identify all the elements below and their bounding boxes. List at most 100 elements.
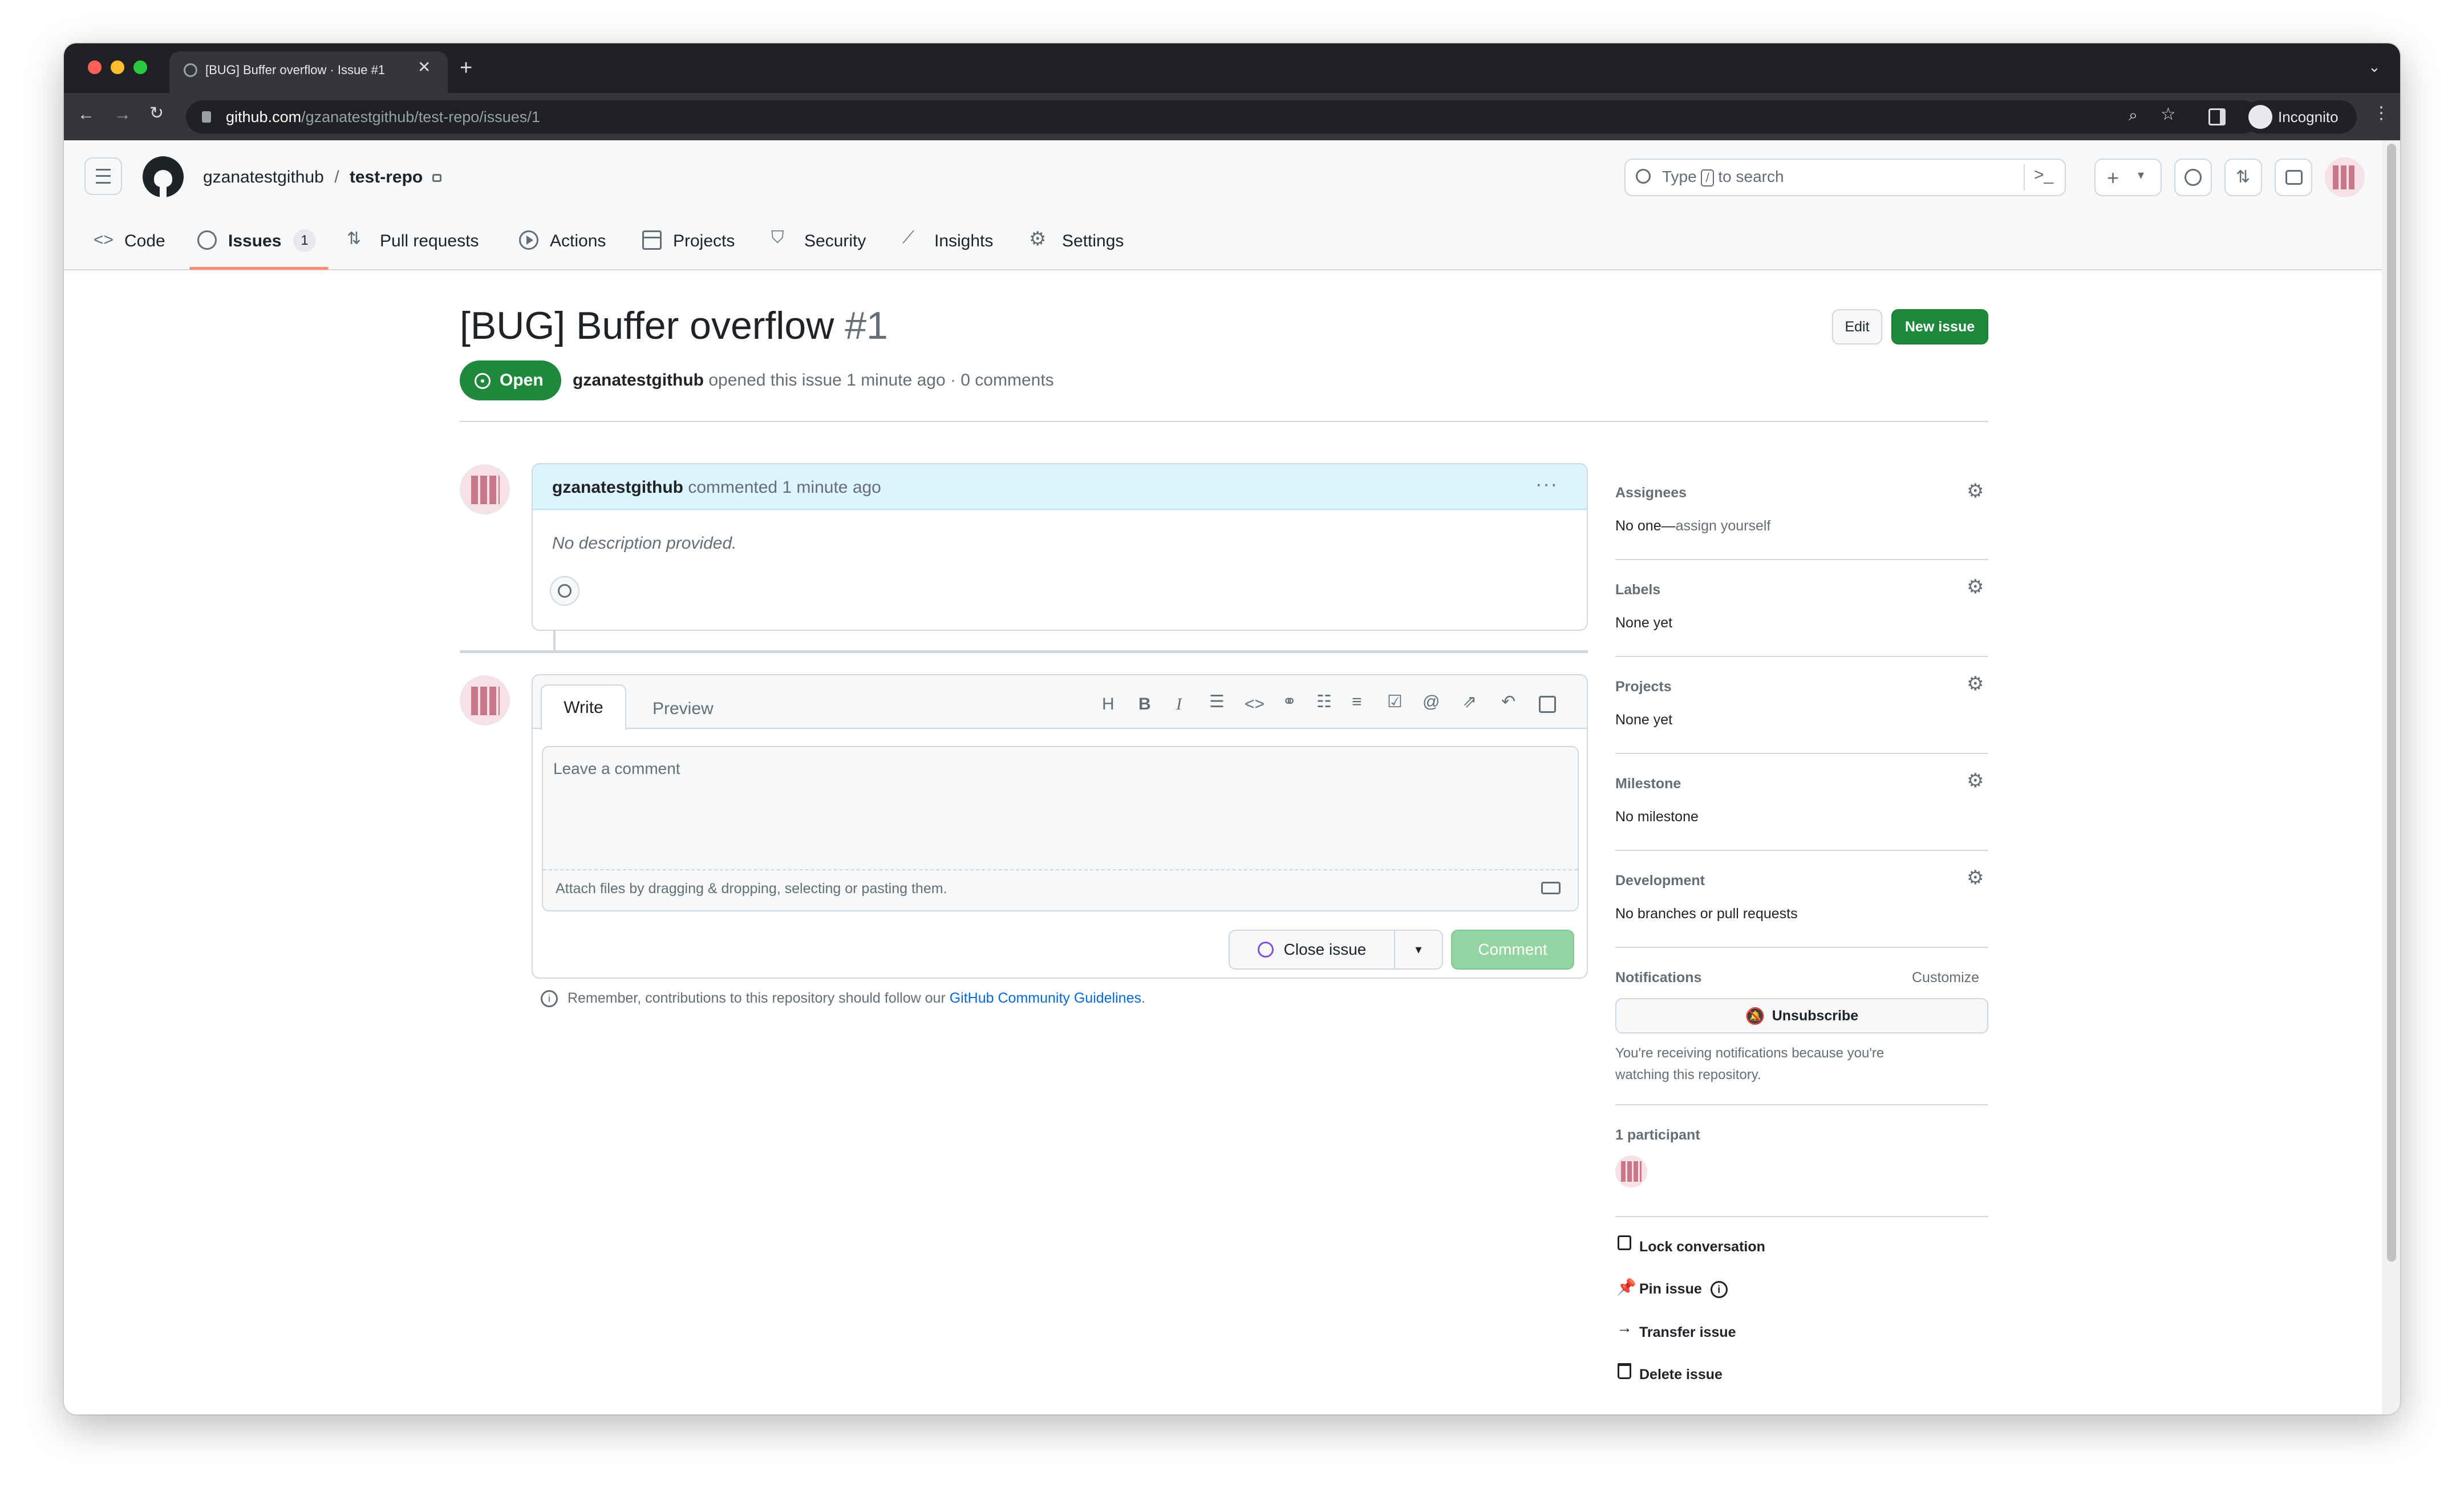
tab-search-chevron-icon[interactable]: ⌄ [2368,59,2381,74]
ordered-list-icon[interactable]: ≡ [1352,694,1362,711]
labels-gear-icon[interactable]: ⚙ [1967,577,1984,597]
repo-owner-link[interactable]: gzanatestgithub [203,168,324,187]
unsubscribe-button[interactable]: 🔕 Unsubscribe [1615,998,1988,1033]
assign-yourself-link[interactable]: assign yourself [1676,518,1771,534]
scrollbar-thumb[interactable] [2387,144,2396,1262]
browser-window: [BUG] Buffer overflow · Issue #1 ✕ + ⌄ ←… [64,43,2400,1414]
labels-heading[interactable]: Labels [1615,582,1660,598]
comment-body: No description provided. [552,534,737,553]
comment-submit-button[interactable]: Comment [1451,930,1574,970]
cross-reference-icon[interactable]: ⇗ [1462,694,1477,711]
participant-avatar[interactable] [1615,1156,1647,1187]
composer-avatar[interactable] [460,675,510,725]
lock-conversation-link[interactable]: Lock conversation [1639,1239,1765,1255]
tab-preview[interactable]: Preview [653,699,714,719]
reply-icon[interactable]: ↶ [1501,694,1515,711]
lock-icon[interactable] [202,111,211,123]
inbox-button[interactable] [2275,159,2312,196]
repo-name-link[interactable]: test-repo [350,168,423,187]
close-reason-dropdown[interactable]: ▾ [1394,930,1443,970]
tab-title: [BUG] Buffer overflow · Issue #1 [205,63,386,77]
assignees-heading[interactable]: Assignees [1615,485,1687,501]
issue-author-link[interactable]: gzanatestgithub [573,371,704,390]
comment-time[interactable]: commented 1 minute ago [688,478,881,497]
reaction-button[interactable] [550,576,579,606]
code-format-icon[interactable]: <> [1245,696,1265,713]
kebab-horizontal-icon[interactable]: ··· [1535,473,1558,496]
italic-icon[interactable]: I [1176,696,1182,713]
url-text: github.com/gzanatestgithub/test-repo/iss… [226,108,540,125]
attach-hint[interactable]: Attach files by dragging & dropping, sel… [556,881,947,897]
github-logo-icon[interactable] [143,156,184,197]
bookmark-star-icon[interactable]: ☆ [2161,106,2176,123]
table-icon [642,230,662,250]
state-badge: Open [460,360,561,400]
comment-author-link[interactable]: gzanatestgithub [552,478,683,497]
milestone-heading[interactable]: Milestone [1615,776,1681,792]
lock-icon [1618,1235,1631,1250]
assignees-gear-icon[interactable]: ⚙ [1967,481,1984,501]
private-lock-icon [432,174,441,183]
transfer-issue-link[interactable]: Transfer issue [1639,1324,1736,1341]
tasklist-icon[interactable]: ☑ [1387,694,1403,711]
customize-link[interactable]: Customize [1912,970,1979,986]
development-heading[interactable]: Development [1615,873,1705,889]
new-issue-button[interactable]: New issue [1891,309,1988,344]
development-gear-icon[interactable]: ⚙ [1967,868,1984,887]
slash-commands-icon[interactable] [1539,696,1556,713]
reload-icon[interactable]: ↻ [149,105,164,122]
tab-projects[interactable]: Projects [673,232,735,251]
tab-security[interactable]: Security [804,232,866,251]
zoom-icon[interactable]: ⌕ [2129,107,2138,123]
back-icon[interactable]: ← [78,106,95,123]
tab-insights[interactable]: Insights [934,232,993,251]
pin-issue-link[interactable]: Pin issue i [1639,1281,1728,1299]
forward-icon[interactable]: → [114,106,131,123]
bold-icon[interactable]: B [1138,696,1151,713]
minimize-window-icon[interactable] [111,60,124,74]
tab-write[interactable]: Write [541,684,626,730]
github-favicon-icon [184,63,197,77]
unordered-list-icon[interactable]: ☷ [1316,694,1332,711]
info-icon[interactable]: i [1710,1281,1728,1299]
link-icon[interactable]: ⚭ [1282,694,1296,711]
milestone-value: No milestone [1615,809,1699,825]
markdown-icon[interactable] [1541,882,1561,894]
tab-code[interactable]: Code [124,232,165,251]
projects-heading[interactable]: Projects [1615,679,1672,695]
heading-icon[interactable]: H [1102,696,1115,713]
projects-gear-icon[interactable]: ⚙ [1967,674,1984,694]
close-window-icon[interactable] [88,60,102,74]
timeline-break [460,650,1588,653]
comment-author-avatar[interactable] [460,464,510,514]
tab-issues[interactable]: Issues [228,232,281,251]
new-tab-icon[interactable]: + [460,57,472,79]
issue-opened-text: opened this issue 1 minute ago · 0 comme… [708,371,1054,390]
tab-actions[interactable]: Actions [550,232,606,251]
sidebar-divider [1615,1216,1988,1217]
pull-request-icon: ⇅ [347,229,362,248]
create-new-button[interactable]: + ▾ [2094,159,2162,196]
sidebar-divider [1615,947,1988,948]
maximize-window-icon[interactable] [133,60,147,74]
pull-requests-shortcut-button[interactable]: ⇅ [2224,159,2262,196]
community-guidelines-link[interactable]: GitHub Community Guidelines [950,990,1141,1006]
quote-icon[interactable]: ☰ [1209,694,1225,711]
mention-icon[interactable]: @ [1423,694,1440,711]
user-avatar[interactable] [2325,157,2365,197]
edit-button[interactable]: Edit [1832,309,1882,344]
milestone-gear-icon[interactable]: ⚙ [1967,771,1984,790]
issue-title: [BUG] Buffer overflow #1 [460,304,888,347]
triangle-down-icon: ▾ [1415,942,1422,956]
command-palette-icon[interactable]: >_ [2034,167,2053,184]
side-panel-icon[interactable] [2208,108,2226,125]
comment-header-text: gzanatestgithub commented 1 minute ago [552,478,881,497]
browser-menu-icon[interactable]: ⋮ [2373,105,2390,122]
tab-settings[interactable]: Settings [1062,232,1124,251]
close-tab-icon[interactable]: ✕ [418,59,431,75]
delete-issue-link[interactable]: Delete issue [1639,1367,1723,1383]
menu-button[interactable] [84,157,122,195]
issues-shortcut-button[interactable] [2174,159,2212,196]
close-issue-button[interactable]: Close issue [1229,930,1395,970]
tab-pull-requests[interactable]: Pull requests [380,232,479,251]
